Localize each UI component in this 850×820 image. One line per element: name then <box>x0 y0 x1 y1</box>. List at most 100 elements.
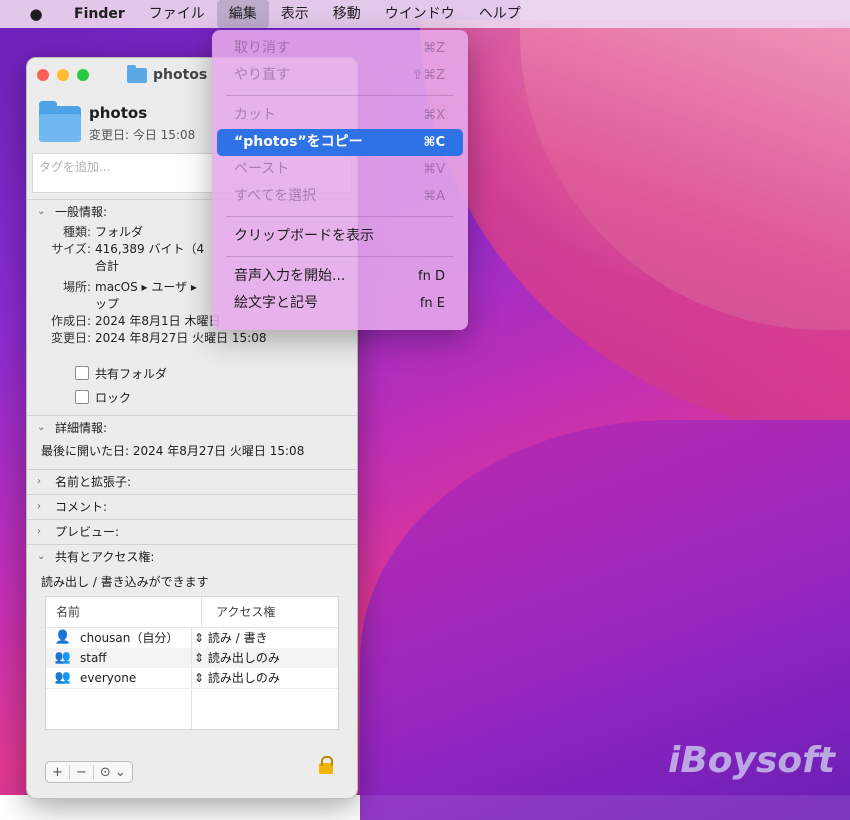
preview-section: › プレビュー: <box>27 519 357 544</box>
menu-item-label: 絵文字と記号 <box>234 295 318 311</box>
name-ext-label: 名前と拡張子: <box>55 475 132 489</box>
info-row: 変更日: 2024 年8月27日 火曜日 15:08 <box>27 330 357 347</box>
lock-icon[interactable] <box>319 756 333 774</box>
sharing-section: ⌄ 共有とアクセス権: 読み出し / 書き込みができます 名前 アクセス権 👤 c… <box>27 544 357 730</box>
chevron-right-icon: › <box>37 476 41 487</box>
locked-checkbox[interactable]: ロック <box>27 385 357 409</box>
menu-item-show-clipboard[interactable]: クリップボードを表示 <box>217 223 463 250</box>
comments-section: › コメント: <box>27 494 357 519</box>
general-header-label: 一般情報: <box>55 205 108 219</box>
action-menu-button[interactable]: ⊙ ⌄ <box>94 765 132 780</box>
everyone-icon: 👥 <box>54 670 72 685</box>
table-row[interactable]: 👥 staff ⇕ 読み出しのみ <box>46 648 338 668</box>
comments-label: コメント: <box>55 500 108 514</box>
menu-file[interactable]: ファイル <box>137 0 217 28</box>
menu-item-dictation[interactable]: 音声入力を開始... fn D <box>217 263 463 290</box>
menu-item-select-all[interactable]: すべてを選択 ⌘A <box>217 183 463 210</box>
modified-date: 変更日: 今日 15:08 <box>89 128 196 142</box>
shortcut-label: ⌘C <box>423 135 445 150</box>
where-label: 場所: <box>62 280 91 294</box>
access-select[interactable]: ⇕ 読み出しのみ <box>192 648 280 668</box>
access-select[interactable]: ⇕ 読み出しのみ <box>192 668 280 688</box>
checkbox-icon[interactable] <box>75 390 89 404</box>
user-icon: 👤 <box>54 630 72 645</box>
created-label: 作成日: <box>50 314 91 328</box>
chevron-down-icon: ⌄ <box>37 422 46 433</box>
chevron-down-icon: ⌄ <box>37 206 46 217</box>
chevron-right-icon: › <box>37 501 41 512</box>
name-ext-header[interactable]: › 名前と拡張子: <box>27 470 357 494</box>
window-title: photos <box>127 64 207 83</box>
modified-value: 2024 年8月27日 火曜日 15:08 <box>95 331 267 345</box>
modified-label: 変更日: <box>50 331 91 345</box>
kind-label: 種類: <box>62 225 91 239</box>
menu-finder[interactable]: Finder <box>62 0 137 28</box>
user-name: chousan（自分） <box>80 631 179 645</box>
chevron-down-icon: ⌄ <box>37 551 46 562</box>
table-row[interactable]: 👥 everyone ⇕ 読み出しのみ <box>46 668 338 688</box>
user-name: staff <box>80 651 107 665</box>
watermark-logo: iBoysoft <box>668 740 836 781</box>
folder-name: photos <box>89 104 148 122</box>
menu-item-undo[interactable]: 取り消す ⌘Z <box>217 35 463 62</box>
table-empty-space <box>46 688 338 729</box>
shortcut-label: fn E <box>419 296 445 311</box>
menu-item-label: すべてを選択 <box>234 188 317 204</box>
menu-item-emoji[interactable]: 絵文字と記号 fn E <box>217 290 463 317</box>
menu-separator <box>226 256 454 257</box>
sharing-label: 共有とアクセス権: <box>55 550 155 564</box>
shared-folder-label: 共有フォルダ <box>95 366 168 381</box>
comments-header[interactable]: › コメント: <box>27 495 357 519</box>
more-info-label: 詳細情報: <box>55 421 108 435</box>
menu-go[interactable]: 移動 <box>321 0 373 28</box>
user-name: everyone <box>80 671 137 685</box>
locked-label: ロック <box>95 390 132 405</box>
close-button[interactable] <box>37 69 49 81</box>
remove-button[interactable]: − <box>70 764 94 780</box>
folder-icon <box>127 64 147 83</box>
checkbox-icon[interactable] <box>75 366 89 380</box>
sharing-header[interactable]: ⌄ 共有とアクセス権: <box>27 545 357 569</box>
menu-help[interactable]: ヘルプ <box>467 0 533 28</box>
shortcut-label: ⌘A <box>423 189 445 204</box>
menu-separator <box>226 95 454 96</box>
shortcut-label: ⇧⌘Z <box>412 68 445 83</box>
edit-menu: 取り消す ⌘Z やり直す ⇧⌘Z カット ⌘X “photos”をコピー ⌘C ペースト… <box>212 30 468 330</box>
col-name[interactable]: 名前 <box>46 597 202 627</box>
menu-item-label: “photos”をコピー <box>234 134 363 150</box>
more-info-header[interactable]: ⌄ 詳細情報: <box>27 416 357 440</box>
permissions-toolbar: + − ⊙ ⌄ <box>45 761 133 783</box>
menu-edit[interactable]: 編集 <box>216 0 269 28</box>
permissions-table: 名前 アクセス権 👤 chousan（自分） ⇕ 読み / 書き 👥 staff ⇕… <box>45 596 339 730</box>
menu-item-cut[interactable]: カット ⌘X <box>217 102 463 129</box>
menu-item-paste[interactable]: ペースト ⌘V <box>217 156 463 183</box>
menu-item-label: 音声入力を開始... <box>234 268 346 284</box>
sharing-status: 読み出し / 書き込みができます <box>41 575 209 589</box>
apple-icon[interactable]: ● <box>24 5 48 23</box>
more-info-section: ⌄ 詳細情報: 最後に開いた日: 2024 年8月27日 火曜日 15:08 <box>27 415 357 469</box>
menu-item-redo[interactable]: やり直す ⇧⌘Z <box>217 62 463 89</box>
minimize-button[interactable] <box>57 69 69 81</box>
wallpaper-shape <box>420 20 850 440</box>
permissions-header: 名前 アクセス権 <box>46 597 338 628</box>
menu-item-copy[interactable]: “photos”をコピー ⌘C <box>217 129 463 156</box>
shortcut-label: ⌘X <box>423 108 445 123</box>
last-opened: 最後に開いた日: 2024 年8月27日 火曜日 15:08 <box>41 444 305 458</box>
menu-separator <box>226 216 454 217</box>
name-ext-section: › 名前と拡張子: <box>27 469 357 494</box>
menu-item-label: クリップボードを表示 <box>234 228 374 244</box>
menu-item-label: ペースト <box>234 161 290 177</box>
table-row[interactable]: 👤 chousan（自分） ⇕ 読み / 書き <box>46 628 338 648</box>
preview-header[interactable]: › プレビュー: <box>27 520 357 544</box>
menu-window[interactable]: ウインドウ <box>373 0 467 28</box>
access-select[interactable]: ⇕ 読み / 書き <box>192 628 268 648</box>
col-access[interactable]: アクセス権 <box>202 597 275 627</box>
add-button[interactable]: + <box>46 764 70 780</box>
menu-view[interactable]: 表示 <box>269 0 321 28</box>
preview-label: プレビュー: <box>55 525 120 539</box>
folder-icon <box>39 101 81 142</box>
shared-folder-checkbox[interactable]: 共有フォルダ <box>27 361 357 385</box>
menu-item-label: 取り消す <box>234 40 290 56</box>
shortcut-label: ⌘V <box>423 162 445 177</box>
zoom-button[interactable] <box>77 69 89 81</box>
